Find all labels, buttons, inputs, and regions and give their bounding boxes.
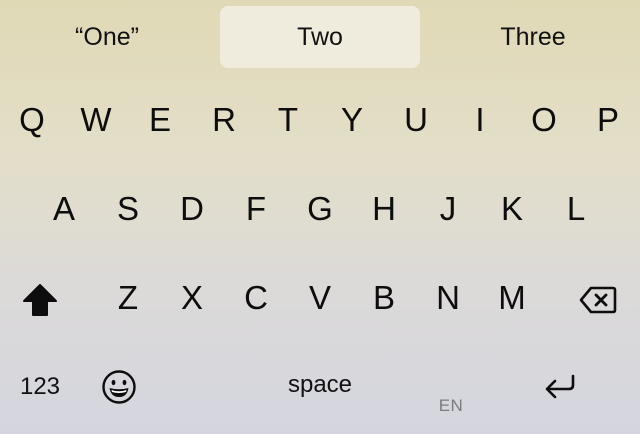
- key-s[interactable]: S: [100, 181, 156, 237]
- key-n[interactable]: N: [420, 270, 476, 326]
- emoji-key[interactable]: [94, 362, 144, 412]
- key-e[interactable]: E: [132, 92, 188, 148]
- suggestion-two[interactable]: Two: [220, 6, 420, 68]
- key-d[interactable]: D: [164, 181, 220, 237]
- shift-key[interactable]: [12, 272, 68, 328]
- key-y[interactable]: Y: [324, 92, 380, 148]
- key-p[interactable]: P: [580, 92, 636, 148]
- key-c[interactable]: C: [228, 270, 284, 326]
- shift-icon: [23, 284, 57, 316]
- key-h[interactable]: H: [356, 181, 412, 237]
- key-g[interactable]: G: [292, 181, 348, 237]
- keyboard: “One” Two Three Q W E R T Y U I O P A S …: [0, 0, 640, 434]
- key-l[interactable]: L: [548, 181, 604, 237]
- key-b[interactable]: B: [356, 270, 412, 326]
- key-f[interactable]: F: [228, 181, 284, 237]
- suggestion-one[interactable]: “One”: [0, 6, 214, 68]
- key-o[interactable]: O: [516, 92, 572, 148]
- key-i[interactable]: I: [452, 92, 508, 148]
- return-icon: [545, 374, 575, 399]
- emoji-icon: [102, 370, 136, 404]
- key-j[interactable]: J: [420, 181, 476, 237]
- key-m[interactable]: M: [484, 270, 540, 326]
- key-v[interactable]: V: [292, 270, 348, 326]
- key-t[interactable]: T: [260, 92, 316, 148]
- return-key[interactable]: [532, 362, 588, 412]
- key-q[interactable]: Q: [4, 92, 60, 148]
- key-a[interactable]: A: [36, 181, 92, 237]
- key-z[interactable]: Z: [100, 270, 156, 326]
- delete-icon: [579, 286, 617, 314]
- space-key[interactable]: space: [220, 360, 420, 410]
- key-r[interactable]: R: [196, 92, 252, 148]
- numbers-key[interactable]: 123: [6, 362, 74, 412]
- suggestion-three[interactable]: Three: [426, 6, 640, 68]
- delete-key[interactable]: [570, 272, 626, 328]
- key-w[interactable]: W: [68, 92, 124, 148]
- key-k[interactable]: K: [484, 181, 540, 237]
- key-u[interactable]: U: [388, 92, 444, 148]
- key-x[interactable]: X: [164, 270, 220, 326]
- language-label: EN: [438, 396, 464, 415]
